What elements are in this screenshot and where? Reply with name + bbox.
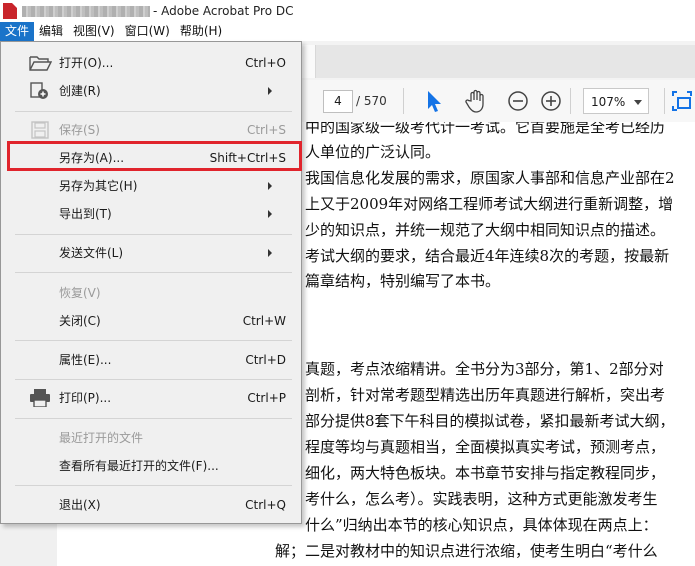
menu-item-label: 另存为(A)... — [59, 151, 125, 165]
menu-item-label: 创建(R) — [59, 84, 101, 98]
menu-separator — [15, 379, 292, 380]
doc-line: 细化，两大特色板块。本书章节安排与指定教程同步， — [305, 464, 666, 482]
doc-line: 剖析，针对常考题型精选出历年真题进行解析，突出考 — [305, 386, 666, 404]
folder-open-icon — [29, 56, 52, 71]
menu-window[interactable]: 窗口(W) — [120, 22, 175, 41]
menu-file[interactable]: 文件 — [0, 22, 35, 41]
window-title: - Adobe Acrobat Pro DC — [153, 4, 294, 18]
menu-item-save-as[interactable]: 另存为(A)... Shift+Ctrl+S — [2, 145, 300, 171]
chevron-down-icon — [634, 100, 642, 105]
menu-item-shortcut: Ctrl+Q — [245, 498, 286, 512]
tab-strip — [300, 45, 695, 78]
hand-tool-icon[interactable] — [463, 88, 489, 114]
menu-item-label: 属性(E)... — [59, 353, 112, 367]
menu-item-print[interactable]: 打印(P)... Ctrl+P — [2, 385, 300, 411]
menu-item-label: 导出到(T) — [59, 207, 112, 221]
submenu-arrow-icon — [268, 249, 272, 257]
menu-item-shortcut: Ctrl+W — [242, 314, 286, 328]
menu-item-label: 保存(S) — [59, 123, 100, 137]
menu-item-label: 另存为其它(H) — [59, 179, 138, 193]
doc-line: 考什么，怎么考）。实践表明，这种方式更能激发考生 — [305, 490, 658, 508]
menu-separator — [15, 272, 292, 273]
doc-line: 解；二是对教材中的知识点进行浓缩，使考生明白“考什么 — [275, 542, 658, 560]
menu-item-close[interactable]: 关闭(C) Ctrl+W — [2, 308, 300, 334]
menu-item-open[interactable]: 打开(O)... Ctrl+O — [2, 50, 300, 76]
doc-line: 什么”归纳出本节的核心知识点，具体体现在两点上： — [305, 516, 658, 534]
title-bar: - Adobe Acrobat Pro DC — [0, 0, 695, 22]
doc-line: 程度等均与真题相当，全面模拟真实考试，预测考点， — [305, 438, 666, 456]
menu-item-revert: 恢复(V) — [2, 280, 300, 306]
document-tab[interactable] — [300, 45, 316, 78]
submenu-arrow-icon — [268, 210, 272, 218]
toolbar-divider — [403, 88, 404, 114]
menu-item-export-to[interactable]: 导出到(T) — [2, 201, 300, 227]
zoom-in-icon[interactable] — [538, 88, 564, 114]
menu-item-properties[interactable]: 属性(E)... Ctrl+D — [2, 347, 300, 373]
menu-item-shortcut: Ctrl+P — [247, 391, 286, 405]
doc-line: 考试大纲的要求，结合最近4年连续8次的考题，按最新 — [305, 247, 670, 265]
menu-item-label: 打开(O)... — [59, 56, 114, 70]
page-total: / 570 — [356, 94, 387, 108]
doc-line: 少的知识点，并统一规范了大纲中相同知识点的描述。 — [305, 221, 666, 239]
menu-help[interactable]: 帮助(H) — [175, 22, 227, 41]
menu-bar: 文件 编辑 视图(V) 窗口(W) 帮助(H) — [0, 22, 695, 41]
create-pdf-icon — [30, 82, 48, 99]
menu-item-save-as-other[interactable]: 另存为其它(H) — [2, 173, 300, 199]
fit-page-icon[interactable] — [669, 88, 695, 114]
submenu-arrow-icon — [268, 182, 272, 190]
menu-item-label: 退出(X) — [59, 498, 101, 512]
select-cursor-icon[interactable] — [421, 88, 447, 114]
doc-line: 中的国家级一级考代计一考试。它首要施是全考已经历 — [305, 122, 666, 136]
menu-item-shortcut: Shift+Ctrl+S — [209, 151, 286, 165]
menu-item-create[interactable]: 创建(R) — [2, 78, 300, 104]
menu-separator — [15, 418, 292, 419]
toolbar-divider — [570, 88, 571, 114]
menu-item-label: 关闭(C) — [59, 314, 101, 328]
page-number-input[interactable]: 4 — [323, 90, 353, 113]
menu-separator — [15, 485, 292, 486]
file-menu-dropdown: 打开(O)... Ctrl+O 创建(R) 保存(S) Ctrl+S 另存为(A… — [0, 41, 302, 524]
menu-item-shortcut: Ctrl+D — [245, 353, 286, 367]
menu-item-label: 打印(P)... — [59, 391, 112, 405]
doc-line: 上又于2009年对网络工程师考试大纲进行重新调整，增 — [305, 195, 674, 213]
doc-line: 我国信息化发展的需求，原国家人事部和信息产业部在2 — [305, 169, 675, 187]
zoom-value: 107% — [591, 95, 626, 109]
menu-separator — [15, 111, 292, 112]
menu-item-label: 最近打开的文件 — [59, 431, 144, 445]
menu-separator — [15, 234, 292, 235]
acrobat-app-icon — [3, 3, 17, 19]
menu-item-label: 恢复(V) — [59, 286, 101, 300]
zoom-out-icon[interactable] — [505, 88, 531, 114]
menu-item-shortcut: Ctrl+S — [246, 123, 286, 137]
doc-line: 篇章结构，特别编写了本书。 — [305, 272, 501, 290]
menu-item-shortcut: Ctrl+O — [245, 56, 286, 70]
menu-item-save: 保存(S) Ctrl+S — [2, 117, 300, 143]
submenu-arrow-icon — [268, 87, 272, 95]
printer-icon — [30, 389, 50, 407]
menu-separator — [15, 340, 292, 341]
doc-line: 人单位的广泛认同。 — [305, 143, 441, 161]
menu-item-label: 查看所有最近打开的文件(F)... — [59, 459, 219, 473]
menu-item-view-all-recent[interactable]: 查看所有最近打开的文件(F)... — [2, 453, 300, 479]
menu-item-exit[interactable]: 退出(X) Ctrl+Q — [2, 492, 300, 518]
menu-item-send-file[interactable]: 发送文件(L) — [2, 240, 300, 266]
menu-item-label: 发送文件(L) — [59, 246, 124, 260]
blurred-filename — [22, 5, 150, 17]
doc-line: 真题，考点浓缩精讲。全书分为3部分，第1、2部分对 — [305, 360, 664, 378]
menu-edit[interactable]: 编辑 — [34, 22, 68, 41]
toolbar-divider — [664, 88, 665, 114]
zoom-select[interactable]: 107% — [583, 88, 649, 114]
menu-view[interactable]: 视图(V) — [68, 22, 120, 41]
doc-line: 部分提供8套下午科目的模拟试卷，紧扣最新考试大纲， — [305, 412, 675, 430]
save-icon — [31, 121, 49, 139]
menu-item-recent-files-header: 最近打开的文件 — [2, 425, 300, 451]
